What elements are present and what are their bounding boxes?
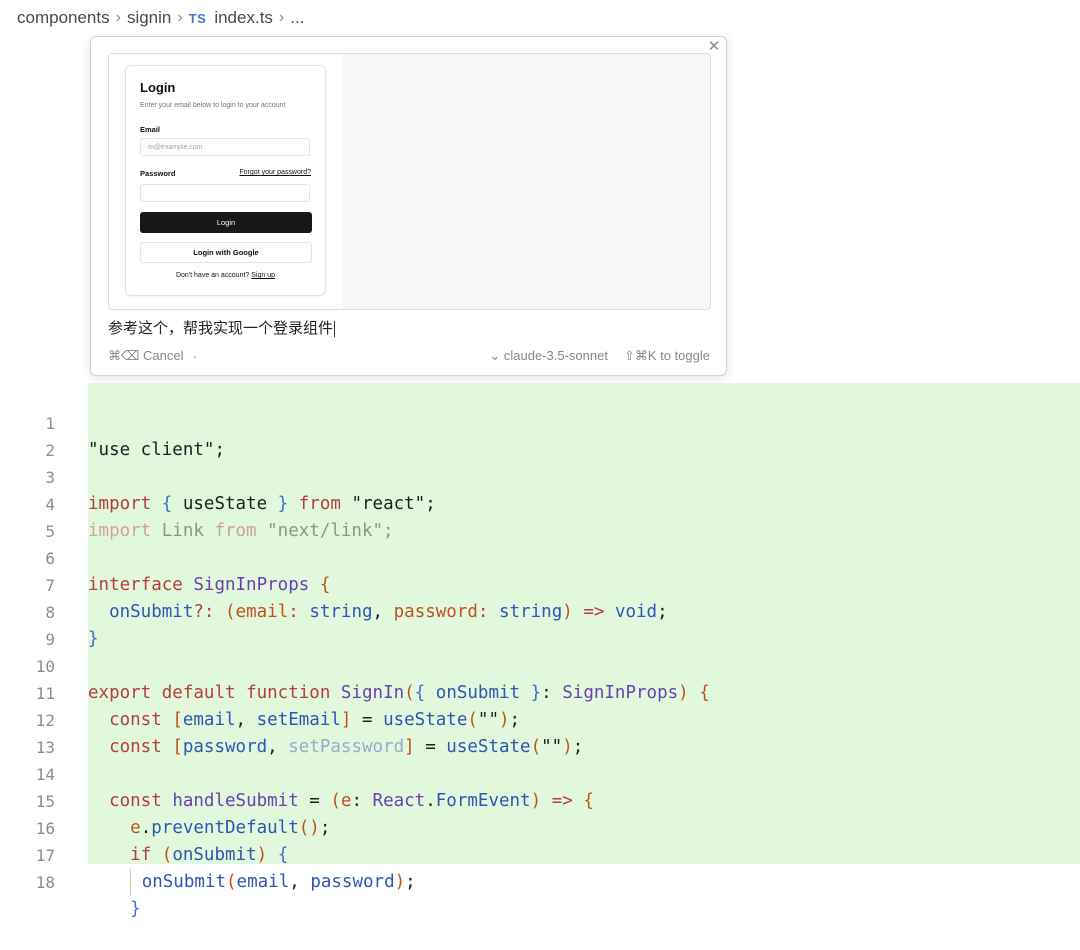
code-line: 13 — [0, 707, 1080, 757]
signup-text: Don't have an account? Sign up — [126, 272, 325, 279]
prompt-input-text: 参考这个，帮我实现一个登录组件 — [108, 319, 334, 337]
code-text: } — [130, 899, 141, 919]
footer-dot: . — [193, 346, 197, 361]
attached-image: Login Enter your email below to login to… — [108, 53, 711, 310]
code-line: 10 export default function SignIn({ onSu… — [0, 626, 1080, 703]
line-number: 18 — [35, 873, 55, 892]
breadcrumb-item-signin[interactable]: signin — [127, 8, 171, 28]
signup-link: Sign up — [251, 272, 276, 279]
cancel-button[interactable]: ⌘⌫ Cancel — [108, 348, 183, 364]
prompt-input[interactable]: 参考这个，帮我实现一个登录组件 — [108, 317, 336, 338]
forgot-password-link: Forgot your password? — [239, 169, 311, 176]
chevron-right-icon: › — [278, 9, 285, 26]
signup-prompt: Don't have an account? — [175, 272, 250, 279]
chevron-right-icon: › — [177, 9, 183, 26]
code-line: 11 const [email, setEmail] = useState(""… — [0, 653, 1080, 730]
image-left-pane: Login Enter your email below to login to… — [109, 54, 343, 309]
code-text: onSubmit(email, password); — [88, 869, 416, 896]
model-selector[interactable]: ⌄ claude-3.5-sonnet — [489, 348, 608, 364]
login-title: Login — [140, 80, 176, 95]
code-line: 9 — [0, 599, 1080, 649]
text-caret — [334, 320, 336, 337]
breadcrumb-item-components[interactable]: components — [17, 8, 110, 28]
breadcrumb-item-more[interactable]: ... — [290, 8, 304, 28]
toggle-shortcut-hint: ⇧⌘K to toggle — [623, 348, 710, 363]
breadcrumb: components › signin › TS index.ts › ... — [17, 4, 304, 32]
code-line: 12 const [password, setPassword] = useSt… — [0, 680, 1080, 757]
typescript-file-icon: TS — [188, 10, 207, 26]
breadcrumb-item-file[interactable]: index.ts — [214, 8, 273, 28]
password-label: Password — [140, 169, 176, 178]
code-line: 18 } — [0, 842, 1080, 919]
code-line: 17 onSubmit(email, password); — [0, 815, 1080, 896]
code-line: 16 if (onSubmit) { — [0, 788, 1080, 865]
code-line: 7 onSubmit?: (email: string, password: s… — [0, 545, 1080, 622]
email-field-preview: m@example.com — [140, 138, 310, 156]
password-field-preview — [140, 184, 310, 202]
login-description: Enter your email below to login to your … — [140, 102, 286, 109]
code-line: 8 } — [0, 572, 1080, 649]
code-line: 3 import { useState } from "react"; — [0, 437, 1080, 514]
email-label: Email — [140, 125, 161, 134]
prompt-footer-right: ⌄ claude-3.5-sonnet ⇧⌘K to toggle — [489, 348, 710, 364]
google-login-button-preview: Login with Google — [140, 242, 312, 263]
code-line: 1 "use client"; — [0, 383, 1080, 460]
code-line: 5 — [0, 491, 1080, 541]
login-card-preview: Login Enter your email below to login to… — [125, 65, 326, 296]
inline-prompt-panel: ✕ Login Enter your email below to login … — [90, 36, 727, 376]
code-line: 6 interface SignInProps { — [0, 518, 1080, 595]
code-line: 14 const handleSubmit = (e: React.FormEv… — [0, 734, 1080, 811]
code-line: 4 import Link from "next/link"; — [0, 464, 1080, 541]
indent-guide — [130, 869, 132, 896]
code-editor[interactable]: 1 "use client"; 2 3 import { useState } … — [0, 383, 1080, 919]
code-line: 15 e.preventDefault(); — [0, 761, 1080, 838]
login-button-preview: Login — [140, 212, 312, 233]
chevron-right-icon: › — [115, 9, 121, 26]
code-line: 2 — [0, 410, 1080, 460]
